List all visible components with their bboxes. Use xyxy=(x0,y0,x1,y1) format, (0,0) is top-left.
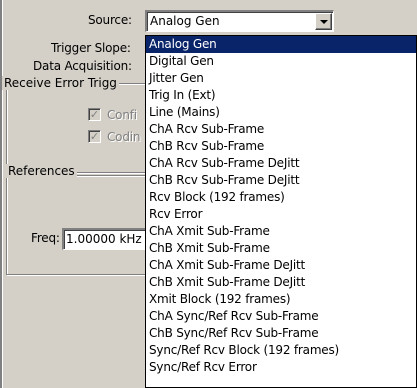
source-option[interactable]: Sync/Ref Rcv Block (192 frames) xyxy=(146,342,416,359)
source-option[interactable]: ChA Sync/Ref Rcv Sub-Frame xyxy=(146,308,416,325)
source-option[interactable]: ChA Rcv Sub-Frame DeJitt xyxy=(146,155,416,172)
data-acquisition-label: Data Acquisition: xyxy=(33,59,132,73)
receive-error-checkbox-2-label: Codin xyxy=(107,130,141,144)
source-option[interactable]: ChA Xmit Sub-Frame xyxy=(146,223,416,240)
source-combobox[interactable]: Analog Gen xyxy=(145,10,334,32)
source-option[interactable]: ChB Xmit Sub-Frame xyxy=(146,240,416,257)
source-option[interactable]: Line (Mains) xyxy=(146,104,416,121)
trigger-slope-label: Trigger Slope: xyxy=(51,41,131,55)
receive-error-checkbox-2[interactable]: ✓ xyxy=(88,130,101,143)
source-option[interactable]: Rcv Error xyxy=(146,206,416,223)
source-label: Source: xyxy=(88,13,132,27)
chevron-down-icon xyxy=(320,20,328,24)
receive-error-checkbox-1[interactable]: ✓ xyxy=(88,108,101,121)
trigger-settings-panel: Source: Analog Gen Trigger Slope: Data A… xyxy=(0,0,417,388)
receive-error-checkbox-1-label: Confi xyxy=(107,108,137,122)
source-option[interactable]: Trig In (Ext) xyxy=(146,87,416,104)
source-option[interactable]: ChB Rcv Sub-Frame xyxy=(146,138,416,155)
source-option[interactable]: Sync/Ref Rcv Error xyxy=(146,359,416,376)
source-option[interactable]: Xmit Block (192 frames) xyxy=(146,291,416,308)
source-option[interactable]: ChB Xmit Sub-Frame DeJitt xyxy=(146,274,416,291)
freq-label: Freq: xyxy=(31,231,60,245)
references-title: References xyxy=(6,164,77,178)
source-value: Analog Gen xyxy=(150,14,220,28)
source-dropdown-button[interactable] xyxy=(315,13,332,30)
source-dropdown-list[interactable]: Analog Gen Digital Gen Jitter Gen Trig In (… xyxy=(145,35,417,388)
source-option[interactable]: ChB Rcv Sub-Frame DeJitt xyxy=(146,172,416,189)
source-option[interactable]: Digital Gen xyxy=(146,53,416,70)
source-option[interactable]: ChA Xmit Sub-Frame DeJitt xyxy=(146,257,416,274)
source-option[interactable]: Jitter Gen xyxy=(146,70,416,87)
source-option[interactable]: Analog Gen xyxy=(146,36,416,53)
source-option[interactable]: ChA Rcv Sub-Frame xyxy=(146,121,416,138)
source-option[interactable]: ChB Sync/Ref Rcv Sub-Frame xyxy=(146,325,416,342)
source-option[interactable]: Rcv Block (192 frames) xyxy=(146,189,416,206)
receive-error-trigger-title: Receive Error Trigg xyxy=(2,76,119,90)
